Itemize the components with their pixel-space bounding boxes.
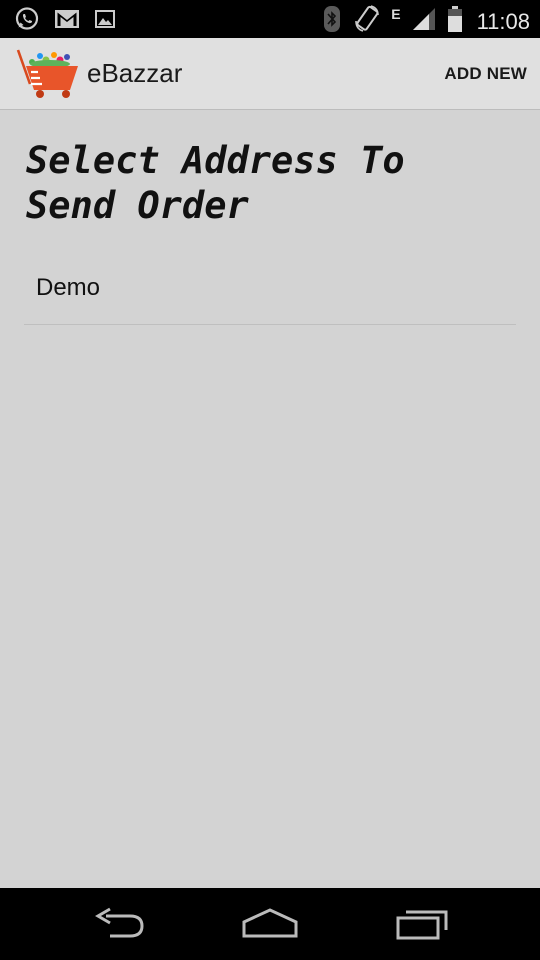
image-icon: [94, 8, 116, 35]
system-icons: E 11:08: [321, 4, 530, 39]
screen: E 11:08 eBazzar ADD NEW Select Address T…: [0, 0, 540, 960]
battery-icon: [447, 5, 463, 38]
recent-apps-icon[interactable]: [392, 906, 452, 942]
back-icon[interactable]: [90, 906, 150, 942]
home-icon[interactable]: [240, 906, 300, 942]
add-new-button[interactable]: ADD NEW: [444, 64, 527, 84]
app-title: eBazzar: [87, 58, 183, 88]
notification-icons: [14, 6, 116, 37]
address-selection-content: Select Address To Send Order Demo: [0, 110, 540, 888]
status-bar: E 11:08: [0, 0, 540, 38]
address-list-item[interactable]: Demo: [24, 256, 516, 325]
rotate-icon: [353, 4, 381, 39]
app-logo-icon[interactable]: [16, 48, 82, 100]
action-bar: eBazzar ADD NEW: [0, 38, 540, 110]
network-type: E: [391, 5, 401, 22]
whatsapp-icon: [14, 6, 40, 37]
page-title: Select Address To Send Order: [26, 139, 405, 227]
address-list: Demo: [24, 256, 516, 325]
gmail-icon: [54, 8, 80, 35]
address-name: Demo: [36, 274, 101, 301]
signal-icon: [411, 6, 437, 37]
bluetooth-icon: [321, 4, 343, 39]
status-time: 11:08: [476, 8, 530, 34]
navigation-bar: [0, 888, 540, 960]
